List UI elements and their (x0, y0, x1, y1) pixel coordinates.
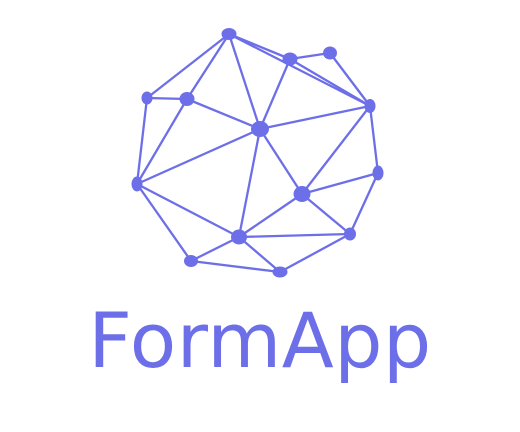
network-edge (237, 192, 304, 239)
network-node (141, 91, 153, 105)
network-edge (237, 232, 352, 239)
network-edge (348, 171, 380, 236)
network-edge (258, 127, 304, 196)
network-node (364, 99, 376, 113)
network-edge (237, 127, 262, 239)
network-node (131, 176, 143, 192)
network-node (323, 46, 337, 60)
geodesic-network-icon (131, 28, 384, 278)
network-node (344, 227, 356, 241)
splash-screen: FormApp (0, 0, 520, 432)
network-node (293, 186, 311, 202)
network-node (282, 52, 298, 66)
network-edge (189, 235, 241, 263)
network-node (184, 255, 198, 267)
network-edge (135, 182, 193, 263)
network-edge (189, 259, 282, 274)
network-edge (328, 51, 372, 108)
network-node (272, 266, 288, 278)
network-edge (300, 171, 380, 196)
network-edge (135, 127, 262, 186)
network-edge (258, 57, 292, 131)
network-edge (145, 32, 231, 100)
network-edge (185, 32, 231, 101)
network-edge (278, 232, 352, 274)
network-edge (185, 97, 262, 131)
app-name: FormApp (88, 296, 432, 385)
network-edge (135, 182, 241, 239)
network-node (251, 121, 269, 137)
network-node (231, 229, 247, 245)
network-node (221, 28, 237, 40)
network-edge (368, 104, 380, 175)
network-node (179, 92, 195, 106)
network-node (372, 165, 384, 181)
network-edge (300, 192, 352, 236)
